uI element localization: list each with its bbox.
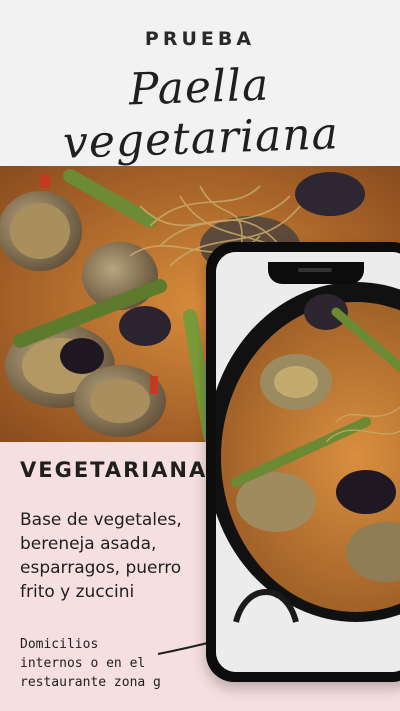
phone-notch — [268, 262, 364, 284]
header: PRUEBA Paella vegetariana — [0, 0, 400, 169]
page-title: Paella vegetariana — [62, 59, 340, 169]
card-description: Base de vegetales, bereneja asada, espar… — [20, 510, 182, 602]
card-title: VEGETARIANA — [20, 458, 208, 482]
paella-pan-photo — [216, 252, 400, 672]
kicker-label: PRUEBA — [144, 28, 256, 50]
phone-screen — [216, 252, 400, 672]
phone-mockup — [206, 242, 400, 682]
